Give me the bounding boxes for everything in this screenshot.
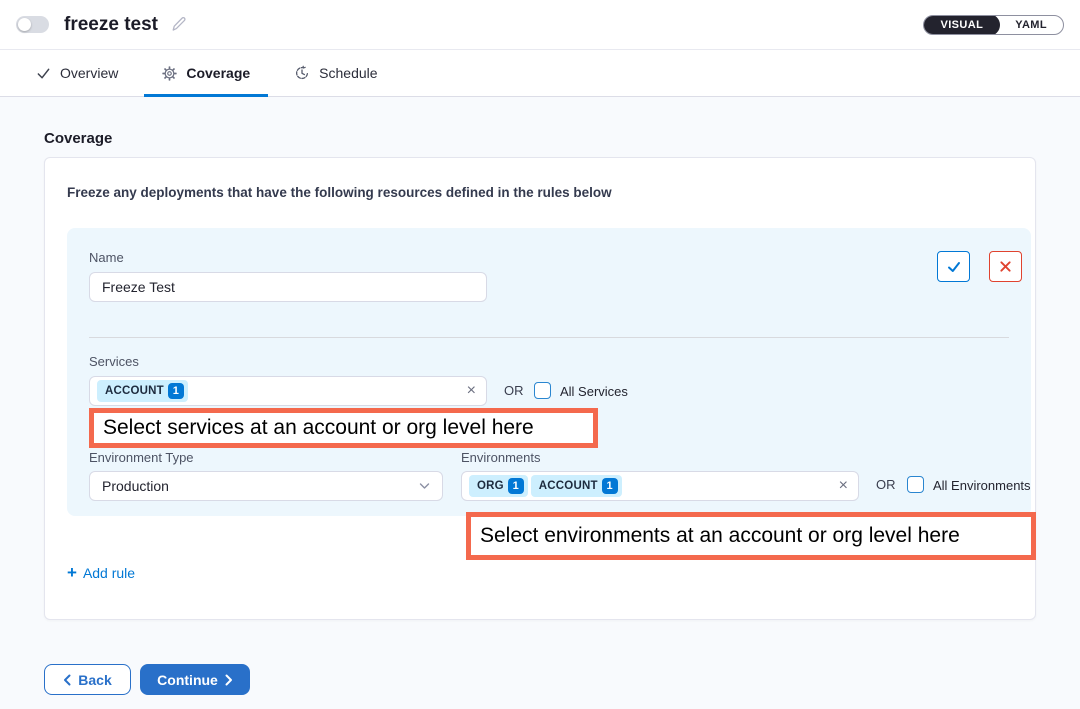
service-tag-account[interactable]: ACCOUNT 1 — [97, 380, 188, 402]
add-rule-label: Add rule — [83, 565, 135, 581]
yaml-mode-button[interactable]: YAML — [999, 15, 1063, 35]
environment-tag-org[interactable]: ORG 1 — [469, 475, 528, 497]
tab-overview-label: Overview — [60, 65, 118, 81]
environments-multiselect[interactable]: ORG 1 ACCOUNT 1 × — [461, 471, 859, 501]
all-services-checkbox[interactable] — [534, 382, 551, 399]
name-label: Name — [89, 250, 124, 265]
coverage-description: Freeze any deployments that have the fol… — [67, 185, 612, 200]
chevron-left-icon — [63, 674, 71, 686]
environment-type-select[interactable]: Production — [89, 471, 443, 501]
check-icon — [946, 259, 962, 275]
confirm-rule-button[interactable] — [937, 251, 970, 282]
tab-bar: Overview Coverage — [0, 50, 1080, 97]
services-multiselect[interactable]: ACCOUNT 1 × — [89, 376, 487, 406]
tab-schedule-label: Schedule — [319, 65, 377, 81]
environment-type-value: Production — [102, 478, 169, 494]
tab-overview[interactable]: Overview — [14, 50, 140, 96]
services-annotation: Select services at an account or org lev… — [89, 408, 598, 448]
chevron-down-icon — [419, 482, 430, 490]
close-icon — [999, 260, 1012, 273]
environment-tag-account[interactable]: ACCOUNT 1 — [531, 475, 622, 497]
all-services-label: All Services — [560, 384, 628, 399]
gear-icon — [162, 66, 177, 81]
environments-annotation: Select environments at an account or org… — [466, 512, 1036, 560]
tab-coverage-label: Coverage — [186, 65, 250, 81]
rule-name-input[interactable] — [89, 272, 487, 302]
all-environments-checkbox[interactable] — [907, 476, 924, 493]
schedule-clock-icon — [294, 65, 310, 81]
environments-clear-icon[interactable]: × — [837, 478, 850, 494]
tag-count-badge: 1 — [168, 383, 184, 399]
services-clear-icon[interactable]: × — [465, 383, 478, 399]
header: freeze test VISUAL YAML — [0, 0, 1080, 50]
delete-rule-button[interactable] — [989, 251, 1022, 282]
environments-label: Environments — [461, 450, 540, 465]
tab-schedule[interactable]: Schedule — [272, 50, 399, 96]
tab-coverage[interactable]: Coverage — [140, 50, 272, 96]
back-button[interactable]: Back — [44, 664, 131, 695]
coverage-heading: Coverage — [44, 130, 112, 147]
edit-pencil-icon[interactable] — [170, 16, 187, 33]
freeze-enabled-toggle[interactable] — [16, 16, 49, 33]
continue-button[interactable]: Continue — [140, 664, 250, 695]
page-title: freeze test — [64, 14, 158, 36]
add-rule-button[interactable]: + Add rule — [67, 564, 135, 581]
check-icon — [36, 66, 51, 81]
continue-label: Continue — [157, 672, 218, 688]
back-label: Back — [78, 672, 111, 688]
all-environments-label: All Environments — [933, 478, 1031, 493]
tag-count-badge: 1 — [508, 478, 524, 494]
view-mode-toggle: VISUAL YAML — [923, 15, 1064, 35]
toggle-knob — [18, 18, 31, 31]
visual-mode-button[interactable]: VISUAL — [923, 15, 1000, 35]
plus-icon: + — [67, 564, 77, 581]
chevron-right-icon — [225, 674, 233, 686]
freeze-rule-card: Name Services ACCOUNT 1 × OR All Service… — [67, 228, 1031, 516]
rule-divider — [89, 337, 1009, 338]
environment-type-label: Environment Type — [89, 450, 194, 465]
coverage-card: Freeze any deployments that have the fol… — [44, 157, 1036, 620]
environments-or-label: OR — [876, 477, 896, 492]
services-or-label: OR — [504, 383, 524, 398]
services-label: Services — [89, 354, 139, 369]
tag-count-badge: 1 — [602, 478, 618, 494]
